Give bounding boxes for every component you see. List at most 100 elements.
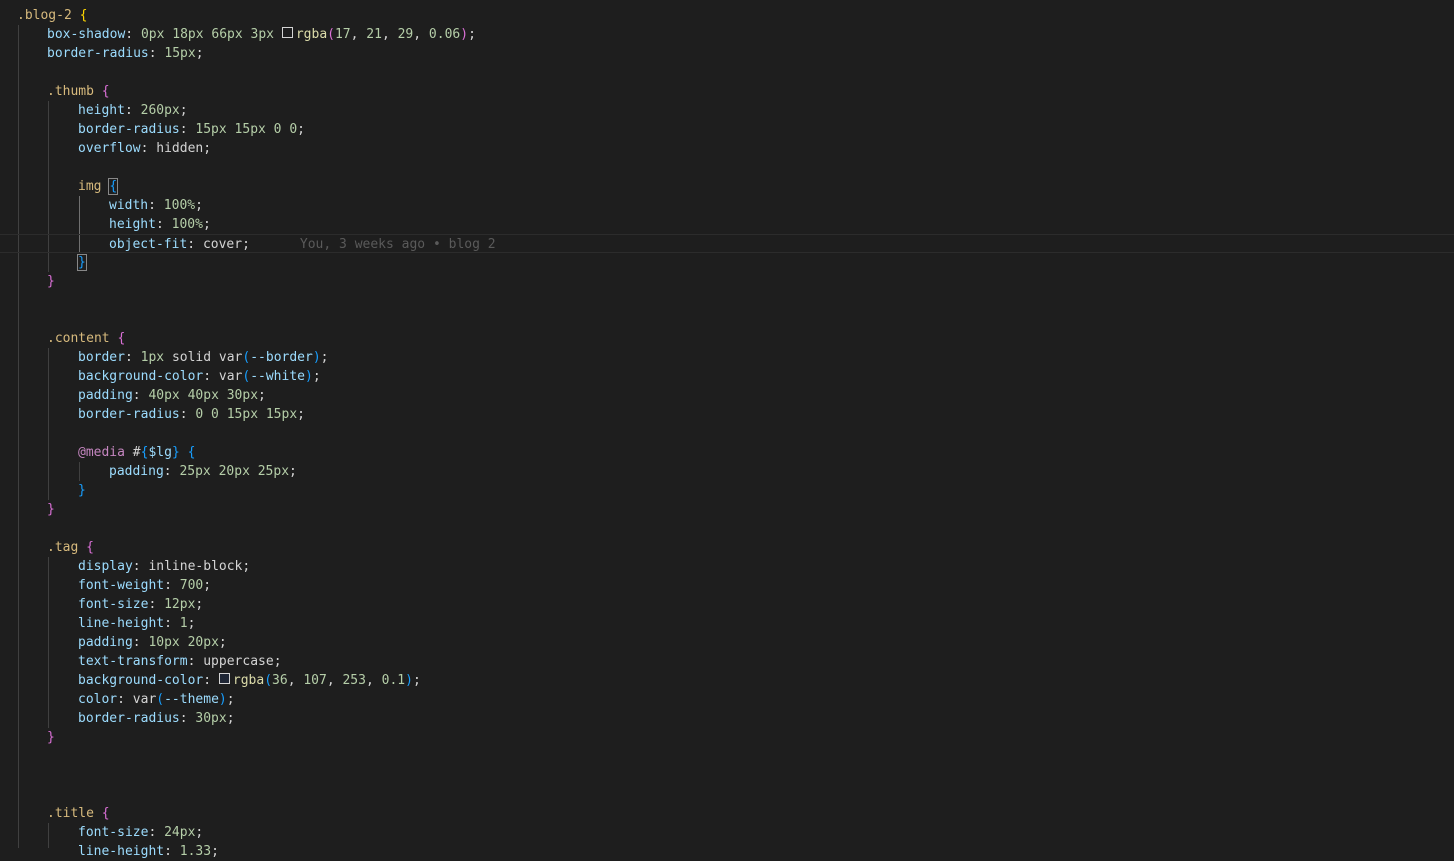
value: 100% — [163, 198, 196, 213]
value: 1 — [179, 616, 188, 631]
function: rgba — [295, 27, 328, 42]
property: font-weight — [78, 578, 165, 593]
code-line[interactable]: } — [0, 253, 1454, 272]
value: 0 0 15px 15px — [195, 407, 298, 422]
value: 18px — [172, 27, 204, 42]
value: 36 — [272, 673, 288, 688]
code-line[interactable]: box-shadow: 0px 18px 66px 3px rgba(17, 2… — [0, 25, 1454, 44]
code-line[interactable]: @media #{$lg} { — [0, 443, 1454, 462]
value: cover — [202, 237, 243, 252]
property: box-shadow — [47, 27, 126, 42]
value: 12px — [164, 597, 196, 612]
code-line[interactable]: font-size: 24px; — [0, 823, 1454, 842]
value: 29 — [397, 27, 414, 42]
selector: img — [78, 179, 102, 194]
function: rgba — [232, 673, 265, 688]
property: font-size — [78, 825, 149, 840]
property: border — [78, 350, 125, 365]
code-line[interactable]: } — [0, 481, 1454, 500]
variable: --white — [250, 369, 305, 384]
bracket-match: { — [108, 178, 119, 195]
value: 260px — [140, 103, 180, 118]
code-line[interactable]: height: 260px; — [0, 101, 1454, 120]
code-line[interactable]: border-radius: 15px; — [0, 44, 1454, 63]
bracket-match: } — [77, 254, 87, 271]
value: 100% — [171, 217, 203, 232]
value: 700 — [179, 578, 204, 593]
code-line[interactable]: border-radius: 0 0 15px 15px; — [0, 405, 1454, 424]
code-line[interactable]: font-weight: 700; — [0, 576, 1454, 595]
code-line[interactable]: overflow: hidden; — [0, 139, 1454, 158]
code-line[interactable]: line-height: 1.33; — [0, 842, 1454, 861]
value: 66px — [211, 27, 243, 42]
code-line[interactable]: img { — [0, 177, 1454, 196]
code-line[interactable]: border: 1px solid var(--border); — [0, 348, 1454, 367]
property: object-fit — [109, 237, 188, 252]
git-blame-annotation: You, 3 weeks ago • blog 2 — [299, 237, 496, 252]
selector: .content — [47, 331, 110, 346]
code-line[interactable]: font-size: 12px; — [0, 595, 1454, 614]
function: var — [218, 369, 243, 384]
code-line[interactable]: .content { — [0, 329, 1454, 348]
property: padding — [109, 464, 164, 479]
property: line-height — [78, 616, 165, 631]
code-line[interactable]: } — [0, 500, 1454, 519]
at-rule: @media — [78, 445, 125, 460]
property: color — [78, 692, 118, 707]
code-line[interactable]: background-color: rgba(36, 107, 253, 0.1… — [0, 671, 1454, 690]
current-line[interactable]: object-fit: cover; You, 3 weeks ago • blo… — [0, 234, 1454, 253]
color-swatch-icon[interactable] — [281, 27, 293, 38]
function: var — [218, 350, 243, 365]
code-line[interactable]: .blog-2 { — [0, 6, 1454, 25]
code-line[interactable]: border-radius: 30px; — [0, 709, 1454, 728]
value: 1px — [140, 350, 165, 365]
selector: .title — [47, 806, 94, 821]
value: solid — [171, 350, 212, 365]
code-line[interactable]: .title { — [0, 804, 1454, 823]
code-line[interactable]: line-height: 1; — [0, 614, 1454, 633]
value: 21 — [366, 27, 382, 42]
code-line[interactable]: padding: 40px 40px 30px; — [0, 386, 1454, 405]
value: 10px 20px — [148, 635, 219, 650]
value: 0.1 — [381, 673, 406, 688]
value: uppercase — [203, 654, 274, 669]
code-line[interactable]: width: 100%; — [0, 196, 1454, 215]
value: 0.06 — [428, 27, 461, 42]
code-line[interactable]: color: var(--theme); — [0, 690, 1454, 709]
interpolation: # — [132, 445, 141, 460]
code-line[interactable]: padding: 10px 20px; — [0, 633, 1454, 652]
code-line[interactable]: } — [0, 272, 1454, 291]
function: var — [132, 692, 157, 707]
code-line[interactable]: .thumb { — [0, 82, 1454, 101]
code-line[interactable]: } — [0, 728, 1454, 747]
value: 30px — [195, 711, 227, 726]
property: border-radius — [78, 122, 180, 137]
code-line[interactable]: .tag { — [0, 538, 1454, 557]
value: 253 — [342, 673, 366, 688]
property: text-transform — [78, 654, 188, 669]
value: inline-block — [148, 559, 243, 574]
property: overflow — [78, 141, 141, 156]
code-line[interactable]: text-transform: uppercase; — [0, 652, 1454, 671]
color-swatch-icon[interactable] — [218, 673, 230, 684]
selector: .tag — [47, 540, 79, 555]
code-line[interactable]: display: inline-block; — [0, 557, 1454, 576]
property: border-radius — [78, 711, 180, 726]
value: 17 — [334, 27, 351, 42]
value: 15px — [164, 46, 196, 61]
value: hidden — [156, 141, 204, 156]
code-editor[interactable]: .blog-2 { box-shadow: 0px 18px 66px 3px … — [0, 0, 1454, 859]
code-line[interactable]: background-color: var(--white); — [0, 367, 1454, 386]
value: 1.33 — [179, 844, 212, 859]
code-line[interactable]: padding: 25px 20px 25px; — [0, 462, 1454, 481]
code-line[interactable]: border-radius: 15px 15px 0 0; — [0, 120, 1454, 139]
code-line[interactable]: height: 100%; — [0, 215, 1454, 234]
property: width — [109, 198, 149, 213]
brace-open: { — [79, 8, 88, 23]
value: 107 — [303, 673, 327, 688]
property: height — [109, 217, 156, 232]
value: 40px 40px 30px — [148, 388, 259, 403]
selector: .blog-2 — [17, 8, 72, 23]
variable: --theme — [164, 692, 219, 707]
variable: $lg — [148, 445, 172, 460]
